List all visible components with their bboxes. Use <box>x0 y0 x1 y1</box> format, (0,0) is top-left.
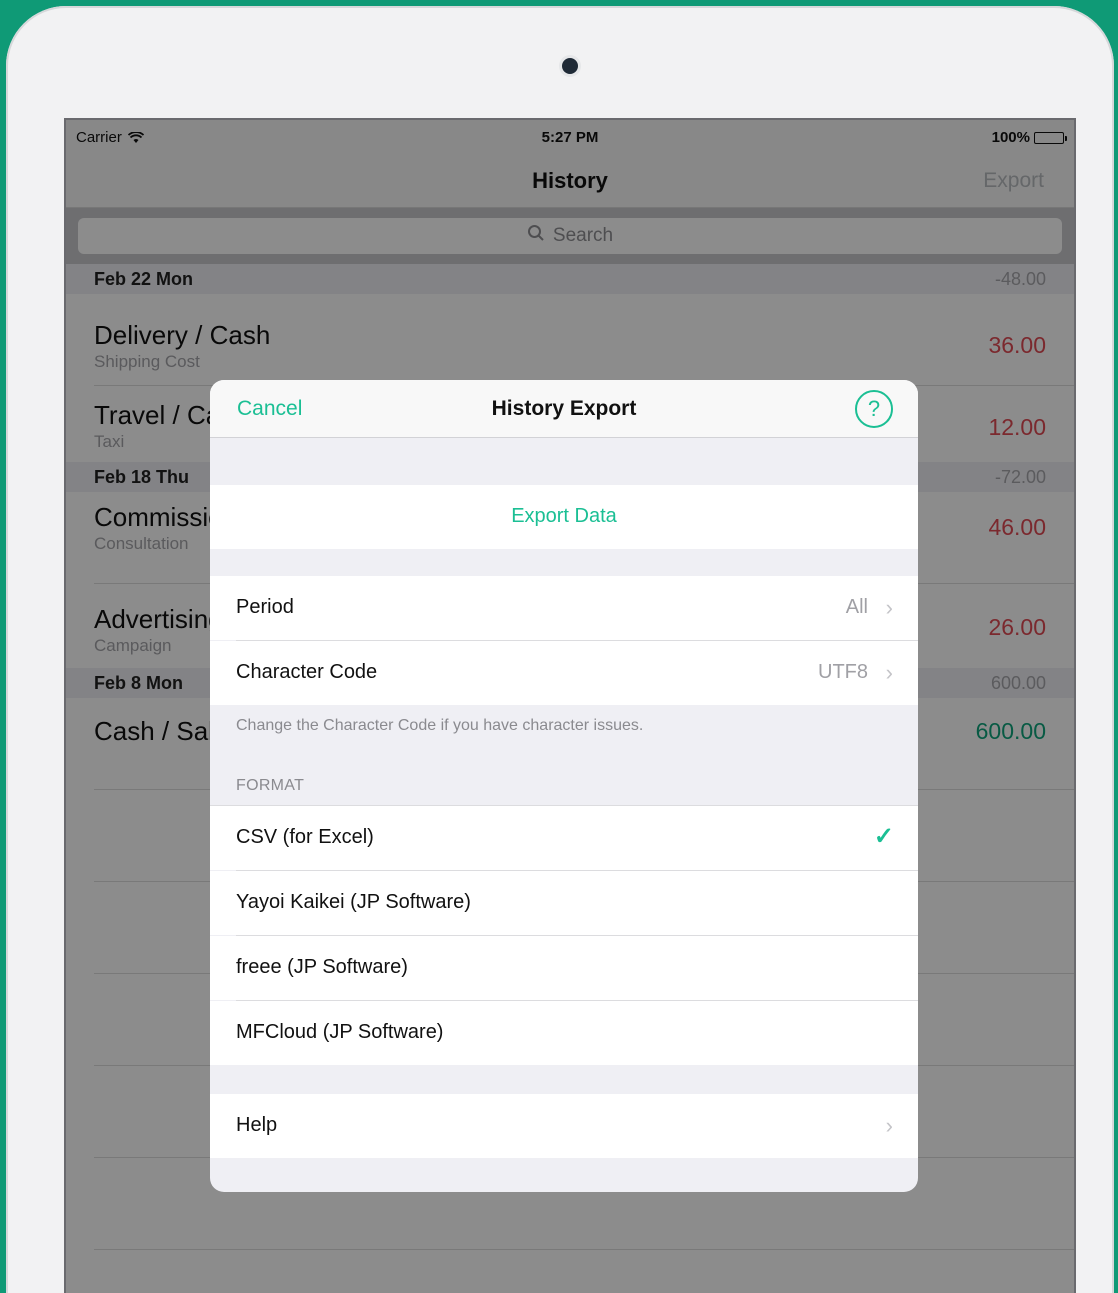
chevron-right-icon: › <box>885 660 893 685</box>
camera-icon <box>562 58 578 74</box>
checkmark-icon: ✓ <box>873 823 894 850</box>
cancel-button[interactable]: Cancel <box>237 397 302 421</box>
format-option-csv[interactable]: CSV (for Excel) ✓ <box>210 806 918 870</box>
help-row[interactable]: Help › <box>210 1094 918 1158</box>
export-data-button[interactable]: Export Data <box>210 485 918 549</box>
export-data-label: Export Data <box>511 505 617 527</box>
help-icon[interactable]: ? <box>855 390 893 428</box>
format-option-label: freee (JP Software) <box>236 956 408 978</box>
period-value: All <box>845 596 868 618</box>
chevron-right-icon: › <box>885 1113 893 1138</box>
period-label: Period <box>236 596 294 618</box>
period-row[interactable]: Period All › <box>210 576 918 640</box>
dialog-nav-bar: Cancel History Export ? <box>210 380 918 438</box>
format-option-label: CSV (for Excel) <box>236 826 374 848</box>
character-code-label: Character Code <box>236 661 378 683</box>
format-option-label: MFCloud (JP Software) <box>236 1021 444 1043</box>
format-option-freee[interactable]: freee (JP Software) <box>210 936 918 1000</box>
character-code-footnote: Change the Character Code if you have ch… <box>236 717 644 734</box>
chevron-right-icon: › <box>885 595 893 620</box>
character-code-row[interactable]: Character Code UTF8 › <box>210 641 918 705</box>
dialog-title: History Export <box>491 397 637 420</box>
format-option-mfcloud[interactable]: MFCloud (JP Software) <box>210 1001 918 1065</box>
format-option-label: Yayoi Kaikei (JP Software) <box>236 891 471 913</box>
format-section-header: FORMAT <box>236 777 305 794</box>
help-label: Help <box>236 1114 278 1136</box>
character-code-value: UTF8 <box>818 661 868 683</box>
format-option-yayoi[interactable]: Yayoi Kaikei (JP Software) <box>210 871 918 935</box>
history-export-dialog: Cancel History Export ? Export Data Peri… <box>210 380 918 1192</box>
